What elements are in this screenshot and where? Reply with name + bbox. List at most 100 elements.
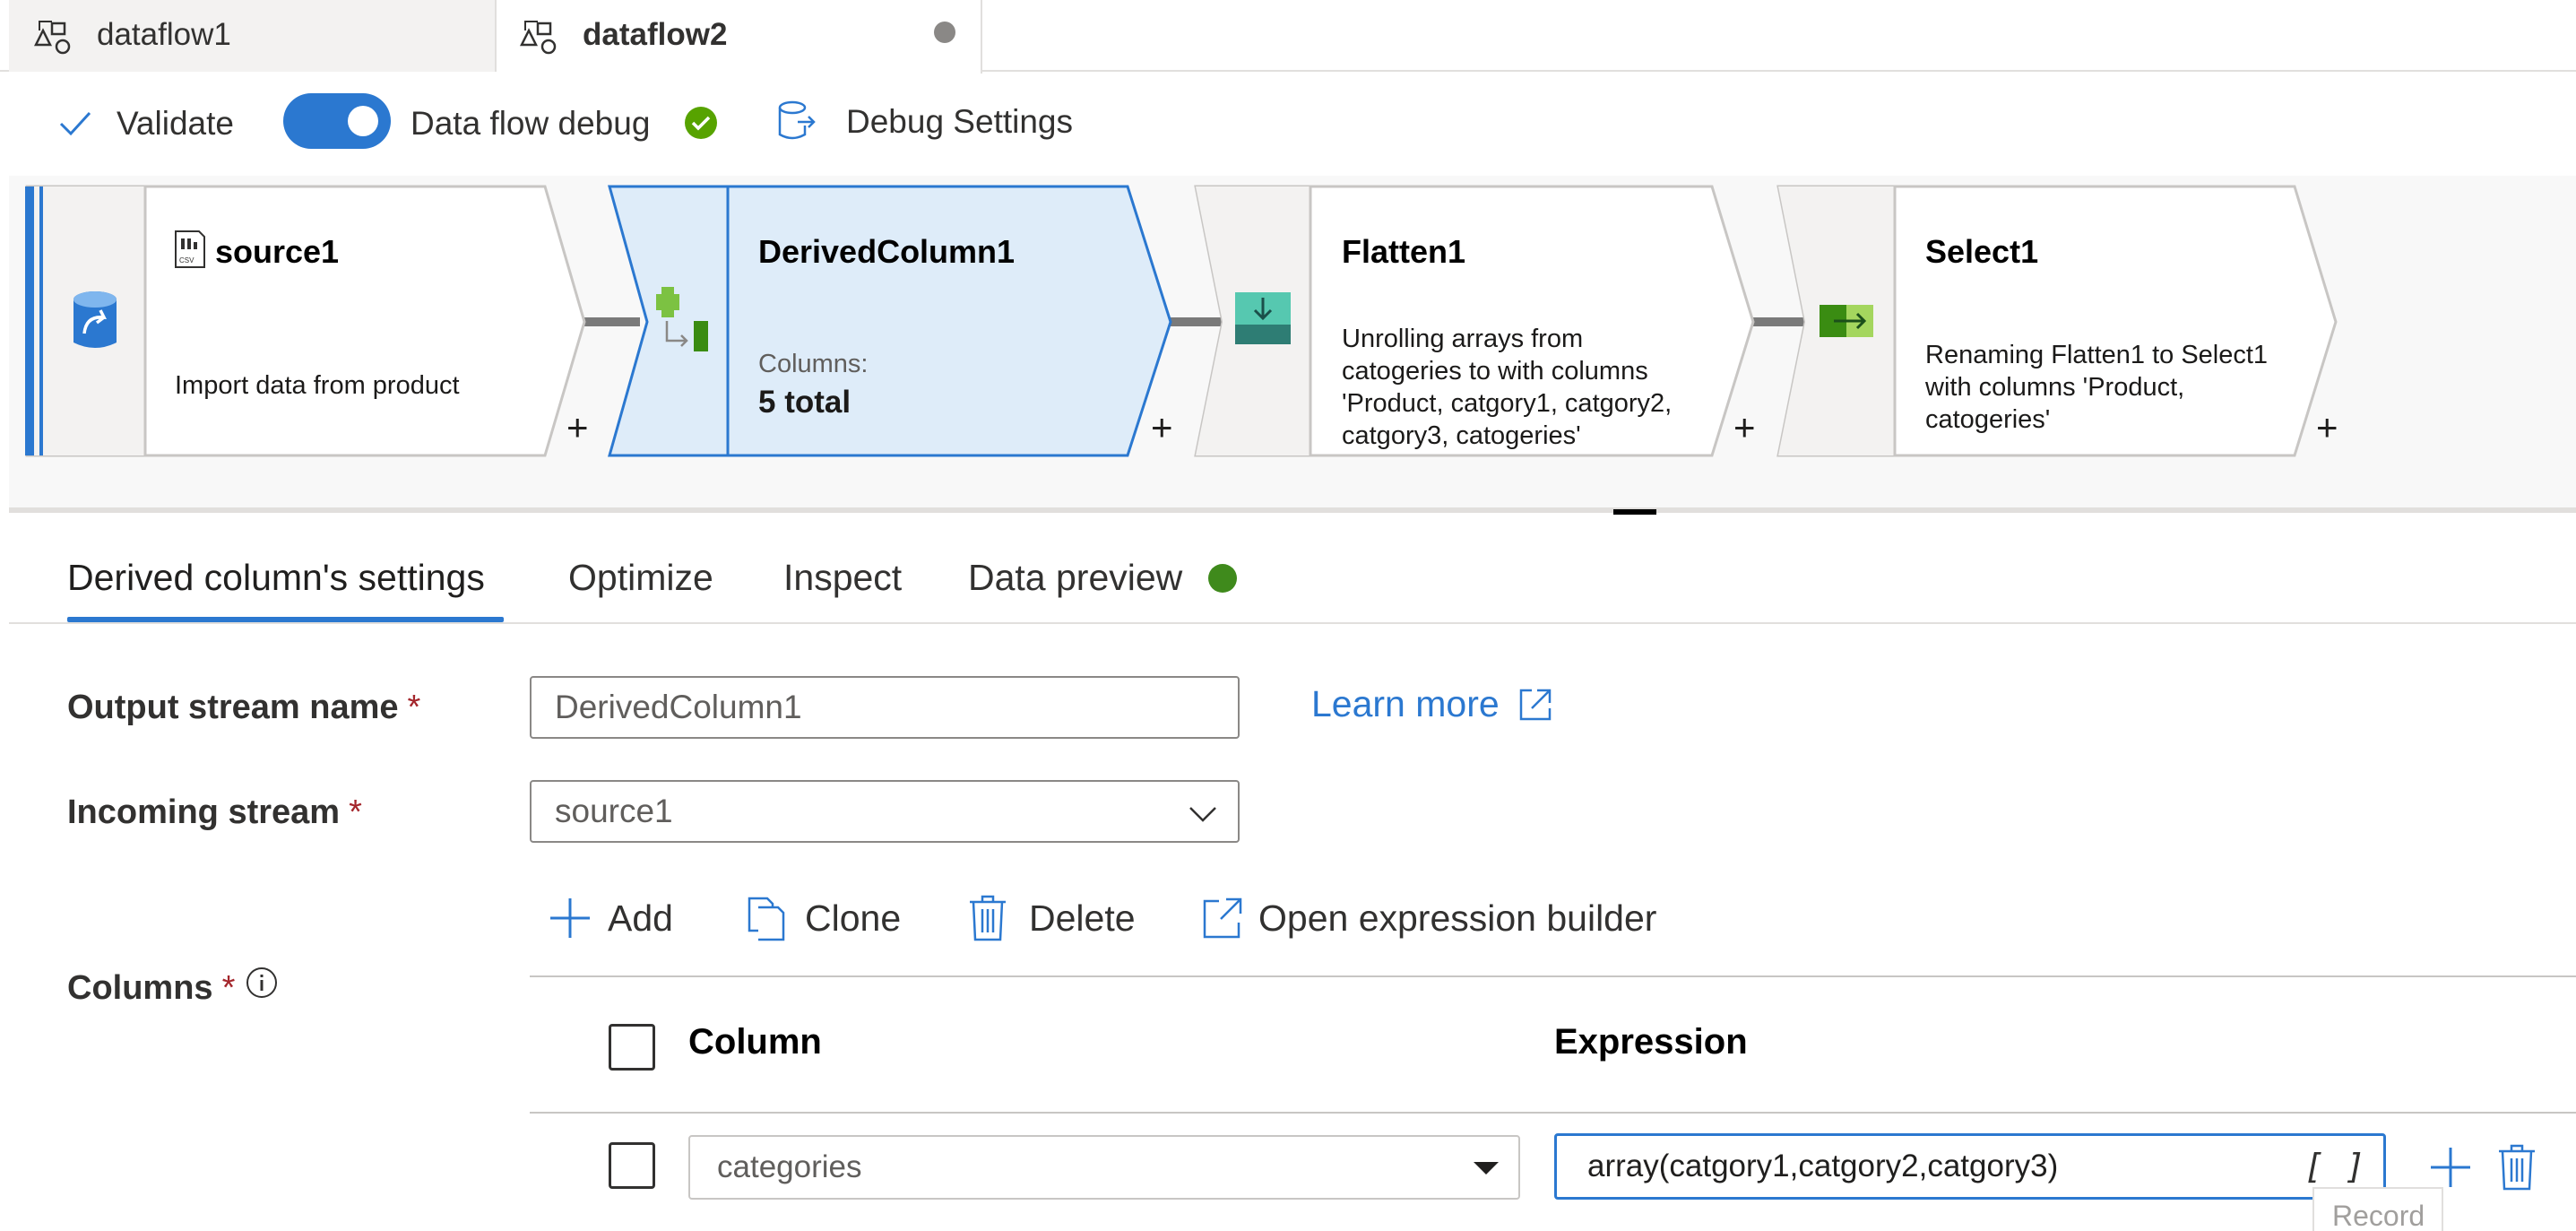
external-link-icon: [1203, 897, 1242, 939]
external-link-icon: [1519, 689, 1551, 720]
debug-toggle[interactable]: [283, 93, 391, 149]
tab-optimize[interactable]: Optimize: [568, 552, 713, 602]
pane-splitter-handle[interactable]: [1613, 509, 1656, 515]
node-columns-value: 5 total: [758, 385, 851, 420]
required-mark: *: [221, 969, 236, 1007]
unsaved-dot-icon[interactable]: [934, 22, 955, 43]
node-title-flatten1: Flatten1: [1342, 233, 1466, 270]
column-header: Column: [688, 1022, 822, 1062]
incoming-stream-label-text: Incoming stream: [67, 793, 341, 831]
incoming-stream-select[interactable]: source1: [530, 780, 1240, 843]
add-after-select1-button[interactable]: +: [2316, 409, 2338, 446]
csv-file-icon: CSV: [175, 230, 205, 268]
desc-line: catogeries': [1925, 405, 2051, 434]
tab-derived-column-settings[interactable]: Derived column's settings: [67, 552, 485, 602]
node-derivedcolumn1[interactable]: [608, 185, 1172, 457]
flatten-icon: [1235, 292, 1291, 344]
connector-3: [1753, 317, 1807, 326]
output-stream-label: Output stream name *: [67, 689, 420, 727]
expression-input[interactable]: array(catgory1,catgory2,catgory3) [ ]: [1554, 1133, 2386, 1200]
grid-top-border: [530, 975, 2576, 977]
desc-line: with columns 'Product,: [1925, 373, 2185, 402]
learn-more-link[interactable]: Learn more: [1311, 683, 1555, 725]
output-stream-label-text: Output stream name: [67, 689, 399, 726]
column-name-value: categories: [717, 1149, 862, 1184]
dataflow-icon: [519, 21, 557, 55]
node-desc-select1: Renaming Flatten1 to Select1 with column…: [1925, 339, 2268, 436]
row-checkbox[interactable]: [609, 1142, 655, 1189]
trash-icon: [970, 895, 1006, 941]
debug-label-text: Data flow debug: [411, 105, 651, 142]
connector-2: [1171, 317, 1224, 326]
node-desc-source1: Import data from product: [175, 371, 460, 400]
checkmark-icon: [59, 111, 91, 136]
source-icon: [73, 291, 117, 348]
incoming-stream-value: source1: [555, 793, 673, 829]
desc-line: Unrolling arrays from: [1342, 325, 1584, 353]
add-column-button[interactable]: Add: [549, 891, 673, 945]
tabs-divider: [9, 622, 2576, 624]
desc-line: Renaming Flatten1 to Select1: [1925, 341, 2269, 369]
chevron-down-icon: [1189, 807, 1216, 822]
output-stream-value: DerivedColumn1: [555, 689, 802, 725]
incoming-stream-label: Incoming stream *: [67, 793, 362, 832]
required-mark: *: [349, 793, 362, 831]
required-mark: *: [407, 689, 421, 726]
validate-button[interactable]: Validate: [56, 99, 234, 149]
tab-dataflow2[interactable]: dataflow2: [497, 0, 982, 74]
column-name-dropdown[interactable]: categories: [688, 1135, 1520, 1200]
clone-icon: [748, 897, 785, 941]
open-builder-label: Open expression builder: [1258, 897, 1657, 939]
desc-line: 'Product, catgory1, catgory2,: [1342, 389, 1673, 418]
plus-icon: [550, 898, 590, 938]
delete-row-button[interactable]: [2497, 1144, 2537, 1191]
tab-label: dataflow2: [583, 17, 728, 52]
tab-dataflow1[interactable]: dataflow1: [9, 0, 497, 72]
tab-bar: dataflow1 dataflow2: [0, 0, 2576, 74]
node-title-select1: Select1: [1925, 233, 2039, 270]
tab-inspect[interactable]: Inspect: [783, 552, 902, 602]
open-expression-builder-button[interactable]: Open expression builder: [1201, 891, 1656, 945]
expression-header: Expression: [1554, 1022, 1748, 1062]
desc-line: catogeries to with columns: [1342, 357, 1648, 386]
canvas-border: [9, 507, 2576, 513]
output-stream-input[interactable]: DerivedColumn1: [530, 676, 1240, 739]
select-all-checkbox[interactable]: [609, 1024, 655, 1071]
delete-label: Delete: [1029, 897, 1136, 939]
add-label: Add: [608, 897, 673, 939]
columns-label-text: Columns: [67, 969, 213, 1007]
desc-line: catgory3, catogeries': [1342, 421, 1581, 450]
add-after-derivedcolumn1-button[interactable]: +: [1151, 409, 1173, 446]
connector-1: [584, 317, 640, 326]
debug-settings-button[interactable]: Debug Settings: [774, 97, 1073, 147]
debug-settings-icon: [778, 100, 816, 140]
clone-label: Clone: [805, 897, 902, 939]
node-desc-flatten1: Unrolling arrays from catogeries to with…: [1342, 323, 1672, 452]
select-icon: [1820, 305, 1873, 337]
array-type-icon: [ ]: [2304, 1147, 2365, 1186]
tab-label: dataflow1: [97, 17, 231, 52]
debug-status-icon: [685, 107, 717, 139]
delete-column-button[interactable]: Delete: [968, 891, 1136, 945]
node-title-derivedcolumn1: DerivedColumn1: [758, 233, 1016, 270]
learn-more-text: Learn more: [1311, 683, 1500, 724]
validate-label: Validate: [117, 105, 234, 142]
info-icon[interactable]: [244, 965, 280, 1001]
node-columns-label: Columns:: [758, 350, 869, 378]
dataflow-icon: [33, 21, 71, 55]
tab-data-preview[interactable]: Data preview: [968, 552, 1182, 602]
columns-label: Columns *: [67, 969, 235, 1008]
grid-header-border: [530, 1112, 2576, 1114]
add-after-source1-button[interactable]: +: [566, 409, 589, 446]
data-preview-status-icon: [1208, 564, 1237, 593]
tooltip: Record: [2312, 1187, 2443, 1231]
svg-text:CSV: CSV: [179, 256, 194, 264]
add-after-flatten1-button[interactable]: +: [1733, 409, 1756, 446]
add-row-button[interactable]: [2429, 1146, 2472, 1189]
node-title-source1: source1: [215, 233, 340, 270]
toggle-knob: [348, 106, 378, 136]
debug-settings-label: Debug Settings: [846, 103, 1074, 140]
debug-label: Data flow debug: [411, 99, 650, 149]
expression-value: array(catgory1,catgory2,catgory3): [1587, 1149, 2059, 1183]
clone-column-button[interactable]: Clone: [746, 891, 901, 945]
